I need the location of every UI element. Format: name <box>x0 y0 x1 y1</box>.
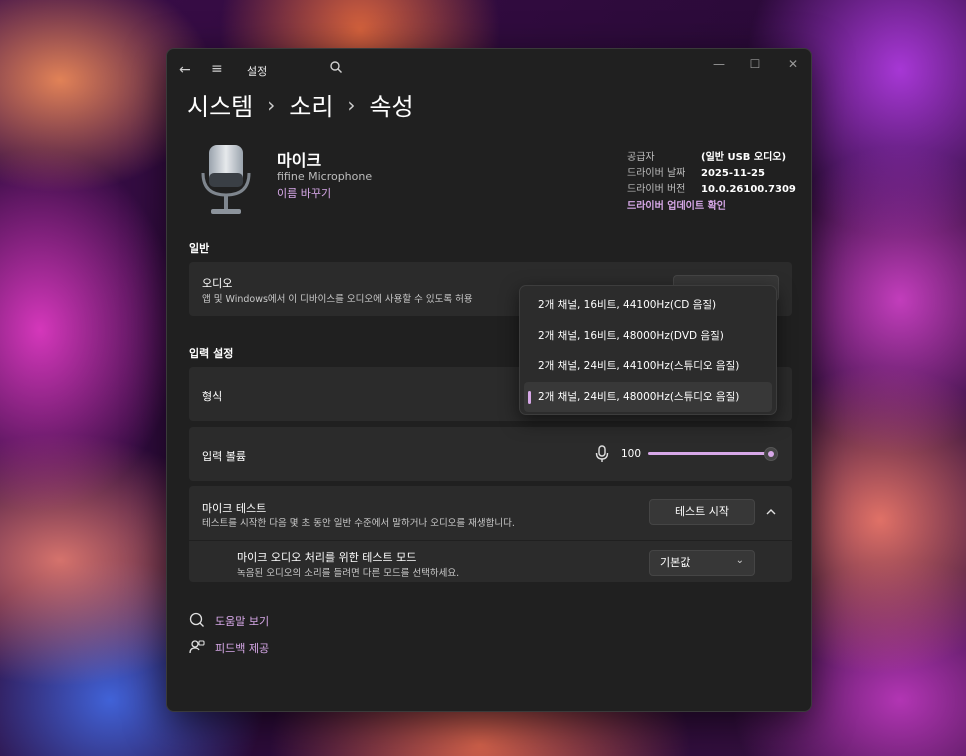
info-label: 드라이버 날짜 <box>627 168 686 179</box>
test-mode-title: 마이크 오디오 처리를 위한 테스트 모드 <box>237 551 417 564</box>
breadcrumb-system[interactable]: 시스템 <box>187 87 253 122</box>
volume-value: 100 <box>621 448 642 460</box>
breadcrumb-separator: › <box>267 92 276 117</box>
breadcrumb-properties: 속성 <box>369 93 414 121</box>
info-label: 공급자 <box>627 152 655 163</box>
volume-slider-thumb[interactable] <box>764 447 778 461</box>
minimize-button[interactable]: — <box>709 57 729 71</box>
info-row-provider: 공급자 (일반 USB 오디오) <box>627 150 796 166</box>
divider <box>189 540 792 541</box>
format-option[interactable]: 2개 채널, 24비트, 44100Hz(스튜디오 음질) <box>524 351 772 382</box>
volume-label: 입력 볼륨 <box>202 450 246 463</box>
start-test-button[interactable]: 테스트 시작 <box>649 499 755 525</box>
section-title-general: 일반 <box>189 242 210 255</box>
mic-test-title: 마이크 테스트 <box>202 502 267 515</box>
back-icon[interactable]: ← <box>179 62 191 78</box>
format-option[interactable]: 2개 채널, 16비트, 48000Hz(DVD 음질) <box>524 321 772 352</box>
format-label: 형식 <box>202 390 223 403</box>
breadcrumb: 시스템 › 소리 › 속성 <box>187 87 414 122</box>
format-dropdown-menu: 2개 채널, 16비트, 44100Hz(CD 음질) 2개 채널, 16비트,… <box>519 285 777 415</box>
test-mode-select[interactable]: 기본값 ⌄ <box>649 550 755 576</box>
info-value: 10.0.26100.7309 <box>701 184 796 195</box>
feedback-link[interactable]: 피드백 제공 <box>215 640 269 656</box>
info-row-date: 드라이버 날짜 2025-11-25 <box>627 166 796 182</box>
driver-update-link[interactable]: 드라이버 업데이트 확인 <box>627 199 796 215</box>
settings-window: ← ≡ 설정 — ☐ ✕ 시스템 › 소리 › 속성 마이크 fifine Mi… <box>166 48 812 712</box>
breadcrumb-sound[interactable]: 소리 <box>289 87 333 122</box>
mic-test-card: 마이크 테스트 테스트를 시작한 다음 몇 초 동안 일반 수준에서 말하거나 … <box>189 486 792 582</box>
menu-icon[interactable]: ≡ <box>211 61 223 77</box>
microphone-icon <box>201 145 251 214</box>
audio-description: 앱 및 Windows에서 이 디바이스를 오디오에 사용할 수 있도록 허용 <box>202 294 473 305</box>
close-button[interactable]: ✕ <box>783 57 803 71</box>
search-icon[interactable] <box>329 60 343 74</box>
mic-test-description: 테스트를 시작한 다음 몇 초 동안 일반 수준에서 말하거나 오디오를 재생합… <box>202 518 515 529</box>
device-name: 마이크 <box>277 151 322 170</box>
help-link[interactable]: 도움말 보기 <box>215 613 269 629</box>
info-value: 2025-11-25 <box>701 168 765 179</box>
title-bar: ← ≡ 설정 — ☐ ✕ <box>167 49 811 89</box>
help-icon <box>189 612 204 627</box>
window-title: 설정 <box>247 65 268 78</box>
breadcrumb-separator: › <box>347 92 356 117</box>
microphone-icon <box>595 445 609 462</box>
info-value: (일반 USB 오디오) <box>701 152 787 163</box>
driver-info: 공급자 (일반 USB 오디오) 드라이버 날짜 2025-11-25 드라이버… <box>627 150 796 215</box>
audio-title: 오디오 <box>202 277 233 290</box>
maximize-button[interactable]: ☐ <box>745 57 765 71</box>
test-mode-description: 녹음된 오디오의 소리를 들려면 다른 모드를 선택하세요. <box>237 568 460 579</box>
test-mode-selected: 기본값 <box>660 556 691 569</box>
format-option-selected[interactable]: 2개 채널, 24비트, 48000Hz(스튜디오 음질) <box>524 381 772 412</box>
feedback-icon <box>189 640 205 654</box>
info-label: 드라이버 버전 <box>627 184 686 195</box>
format-option[interactable]: 2개 채널, 16비트, 44100Hz(CD 음질) <box>524 290 772 321</box>
volume-slider-track[interactable] <box>648 452 770 455</box>
rename-link[interactable]: 이름 바꾸기 <box>277 185 331 201</box>
chevron-up-icon[interactable] <box>765 507 777 517</box>
info-row-version: 드라이버 버전 10.0.26100.7309 <box>627 182 796 198</box>
chevron-down-icon: ⌄ <box>735 555 744 566</box>
section-title-input: 입력 설정 <box>189 347 234 360</box>
device-model: fifine Microphone <box>277 170 373 183</box>
